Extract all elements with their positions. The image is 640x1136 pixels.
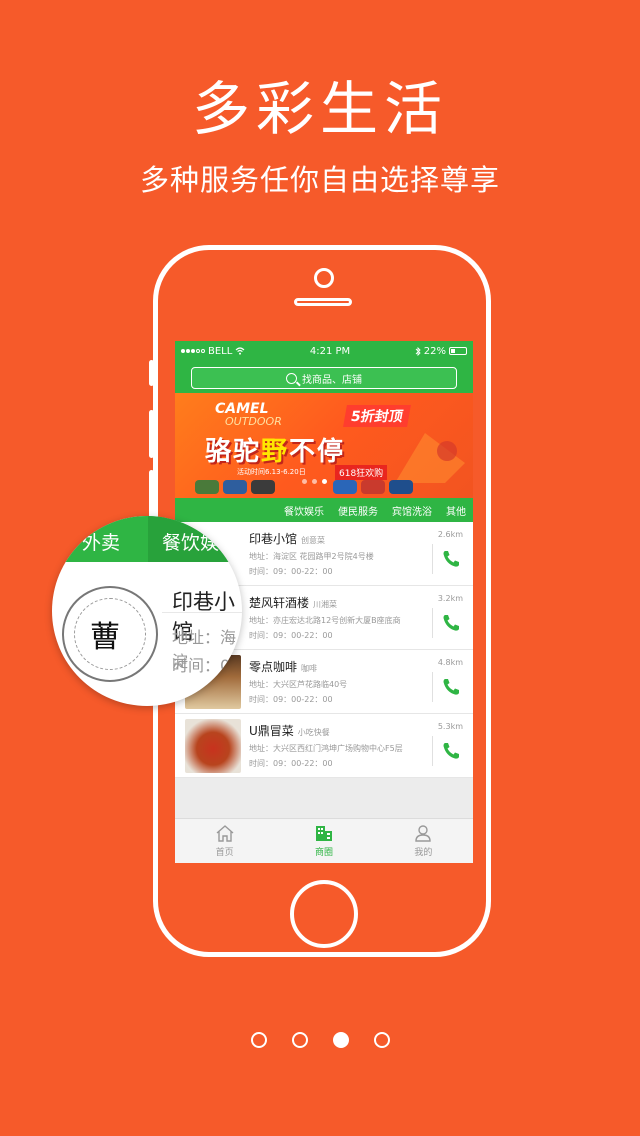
camera-icon [314,268,334,288]
user-icon [415,825,432,842]
banner-headline-accent: 野 [261,437,290,467]
page-dot[interactable] [291,1032,308,1048]
magnifier-tab-dining: 餐饮娱 [148,516,242,562]
shop-hours: 时间：09：00-22：00 [249,695,333,704]
shop-category: 咖啡 [301,664,318,673]
banner-promo-tag: 5折封顶 [343,405,411,427]
tab-services[interactable]: 便民服务 [331,503,385,518]
shop-address: 地址：大兴区芦花路临40号 [249,680,348,689]
tab-home[interactable]: 首页 [175,819,274,863]
product-thumb [251,480,275,494]
shop-address: 地址：亦庄宏达北路12号创新大厦B座底商 [249,616,401,625]
product-thumb [195,480,219,494]
shop-distance: 4.8km [437,658,463,667]
tab-dining[interactable]: 餐饮娱乐 [277,503,331,518]
magnifier-tabs: 外卖 餐饮娱 [52,516,242,562]
tab-other[interactable]: 其他 [439,503,473,518]
banner-date-note: 活动时间6.13-6.20日 [237,468,306,476]
product-thumb [333,480,357,494]
bottom-tabbar: 首页 商圈 我的 [175,818,473,863]
shop-category: 川湘菜 [313,600,338,609]
search-icon [286,372,297,384]
battery-percent: 22% [423,345,446,357]
banner-dot[interactable] [302,479,307,484]
shop-address: 地址：大兴区西红门鸿坤广场购物中心F5层 [249,744,403,753]
shop-name: 零点咖啡 [249,660,298,674]
tab-business-district-label: 商圈 [314,848,333,858]
buildings-icon [315,826,332,841]
page-dot[interactable] [250,1032,267,1048]
banner-decoration-icon [395,433,465,483]
status-bar: BELL 4:21 PM 22% [175,341,473,361]
product-thumb [361,480,385,494]
magnifier-tab-takeout: 外卖 [82,532,121,554]
status-time: 4:21 PM [309,345,351,357]
carrier-label: BELL [208,345,233,357]
phone-call-icon[interactable] [441,677,461,697]
volume-down-button [149,470,154,518]
earpiece-icon [294,298,352,306]
shop-address: 地址：海淀区 花园路甲2号院4号楼 [249,552,374,561]
banner-headline: 骆驼野不停 [205,431,345,468]
shop-distance: 3.2km [437,594,463,603]
tab-business-district[interactable]: 商圈 [274,819,373,863]
shop-distance: 2.6km [437,530,463,539]
hero-subtitle: 多种服务任你自由选择尊享 [139,163,500,197]
promo-banner[interactable]: CAMEL OUTDOOR 5折封顶 骆驼野不停 活动时间6.13-6.20日 … [175,393,473,498]
banner-dot[interactable] [312,479,317,484]
tab-hotels[interactable]: 宾馆洗浴 [385,503,439,518]
shop-name: 印巷小馆 [249,532,298,546]
signal-icon [181,349,205,353]
banner-headline-b: 不停 [289,437,346,467]
shop-hours: 时间：09：00-22：00 [249,759,333,768]
home-icon [216,825,234,842]
banner-headline-a: 骆驼 [205,437,262,467]
shop-category: 小吃快餐 [297,728,330,737]
banner-pager[interactable] [302,479,327,484]
tab-profile-label: 我的 [414,848,433,858]
phone-call-icon[interactable] [441,613,461,633]
shop-category: 创意菜 [301,536,326,545]
product-thumb [389,480,413,494]
banner-brand-sub: OUTDOOR [225,415,282,428]
shop-hours: 时间：09：00-22：00 [249,631,333,640]
search-placeholder: 找商品、店铺 [302,374,362,386]
shop-thumbnail [185,719,241,773]
shop-name: U鼎冒菜 [249,724,294,738]
shop-logo: 蓸 [62,586,158,682]
page-dot[interactable] [373,1032,390,1048]
mute-switch [149,360,154,386]
shop-hours: 时间：09：00-22：00 [249,567,333,576]
tab-profile[interactable]: 我的 [374,819,473,863]
phone-call-icon[interactable] [441,549,461,569]
magnifier-shop-hours: 时间：0 [172,656,231,675]
search-bar: 找商品、店铺 [175,361,473,393]
battery-icon [448,347,467,355]
home-button [290,880,358,948]
wifi-icon [235,347,245,355]
product-thumb [223,480,247,494]
bluetooth-icon [415,346,421,356]
list-item[interactable]: U鼎冒菜 小吃快餐 地址：大兴区西红门鸿坤广场购物中心F5层 时间：09：00-2… [175,714,473,778]
hero-title: 多彩生活 [191,75,448,143]
phone-call-icon[interactable] [441,741,461,761]
shop-name: 楚风轩酒楼 [249,596,310,610]
page-dot[interactable] [332,1032,349,1048]
volume-up-button [149,410,154,458]
banner-dot[interactable] [322,479,327,484]
search-input[interactable]: 找商品、店铺 [191,367,457,389]
magnifier-callout: 外卖 餐饮娱 蓸 印巷小馆 地址：海淀 时间：0 [52,516,242,706]
banner-deal: 618狂欢购 [335,465,388,480]
shop-distance: 5.3km [437,722,463,731]
tab-home-label: 首页 [215,848,234,858]
page-indicator [0,1032,640,1048]
